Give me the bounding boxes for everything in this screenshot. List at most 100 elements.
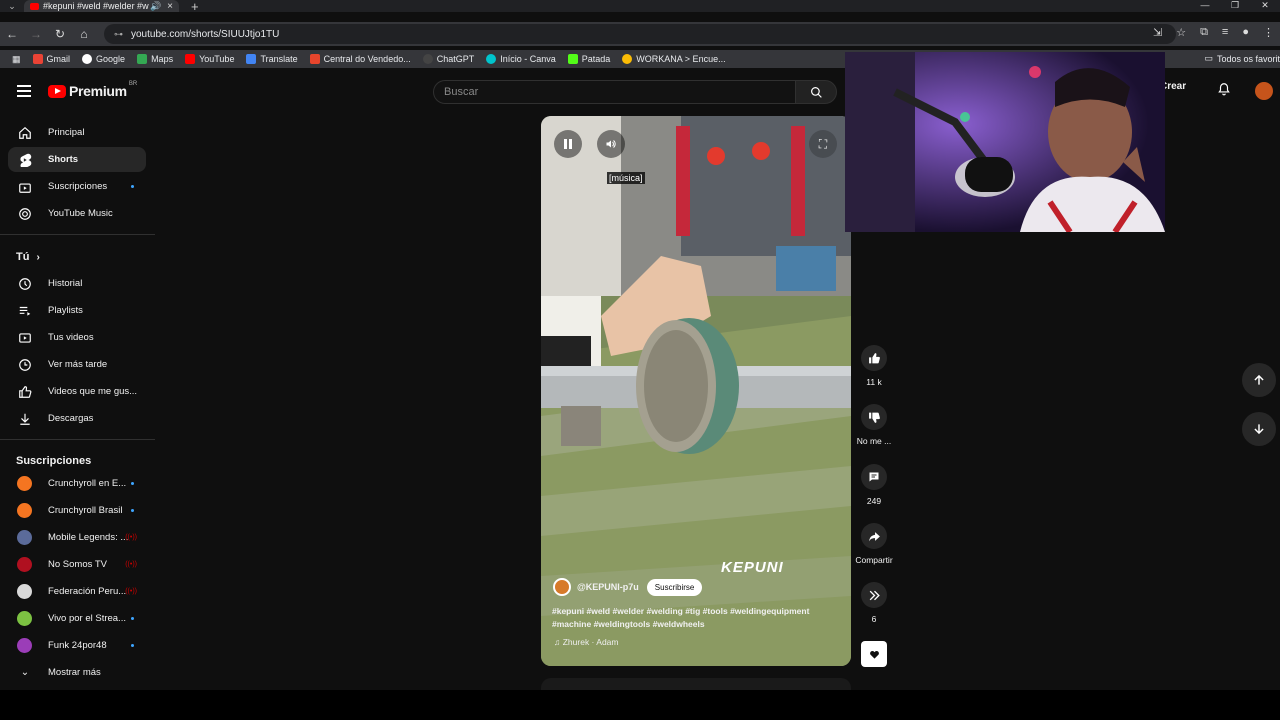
- profile-icon[interactable]: ●: [1242, 26, 1249, 39]
- bookmark-maps[interactable]: Maps: [137, 54, 173, 64]
- sidebar-item-suscripciones[interactable]: Suscripciones: [8, 174, 146, 199]
- translate-icon: [246, 54, 257, 64]
- maps-icon: [137, 54, 148, 64]
- closed-caption: [música]: [607, 172, 645, 184]
- fullscreen-button[interactable]: ⛶: [809, 130, 837, 158]
- sidebar-sub-crunchyroll-es[interactable]: Crunchyroll en E...: [8, 471, 146, 496]
- search-input[interactable]: Buscar: [433, 80, 795, 104]
- live-icon: ((•)): [125, 561, 137, 568]
- channel-handle[interactable]: @KEPUNI-p7u: [577, 582, 639, 592]
- menu-icon[interactable]: ⋮: [1263, 26, 1274, 39]
- remix-action[interactable]: 6: [853, 582, 895, 624]
- remix-count: 6: [871, 614, 877, 624]
- sidebar-sub-no-somos-tv[interactable]: No Somos TV ((•)): [8, 552, 146, 577]
- speaker-icon[interactable]: 🔊: [150, 1, 161, 12]
- show-more-button[interactable]: ⌄ Mostrar más: [8, 660, 146, 685]
- back-icon[interactable]: ←: [0, 27, 24, 41]
- canva-icon: [486, 54, 497, 64]
- bookmark-youtube[interactable]: YouTube: [185, 54, 234, 64]
- arrow-down-icon: [1254, 424, 1264, 435]
- bookmark-chatgpt[interactable]: ChatGPT: [422, 54, 474, 64]
- sidebar-item-playlists[interactable]: Playlists: [8, 298, 146, 323]
- address-bar-row: ← → ↻ ⌂ ⊶ youtube.com/shorts/SIUUJtjo1TU…: [0, 22, 1280, 46]
- sidebar-sub-federacion-peruana[interactable]: Federación Peru... ((•)): [8, 579, 146, 604]
- extensions-icon[interactable]: ⧉: [1200, 26, 1208, 39]
- volume-button[interactable]: [597, 130, 625, 158]
- short-description[interactable]: #kepuni #weld #welder #welding #tig #too…: [552, 605, 842, 631]
- song-link[interactable]: ♫ Zhurek · Adam: [554, 637, 618, 647]
- close-tab-icon[interactable]: ×: [167, 1, 173, 12]
- new-content-dot: [131, 617, 134, 620]
- subscribe-button[interactable]: Suscribirse: [646, 578, 703, 596]
- account-avatar[interactable]: [1255, 82, 1273, 100]
- search-button[interactable]: [795, 80, 837, 104]
- sidebar-item-descargas[interactable]: Descargas: [8, 406, 146, 431]
- hamburger-menu-icon[interactable]: [17, 85, 31, 97]
- sound-action[interactable]: [853, 641, 895, 667]
- media-control-icon[interactable]: ≡: [1222, 26, 1228, 39]
- shopee-icon: [309, 54, 320, 64]
- next-short-button[interactable]: [1242, 412, 1276, 446]
- browser-tab-active[interactable]: #kepuni #weld #welder #w 🔊 ×: [24, 0, 179, 12]
- forward-icon[interactable]: →: [24, 27, 48, 41]
- home-icon[interactable]: ⌂: [72, 27, 96, 41]
- minimize-icon[interactable]: —: [1190, 0, 1220, 11]
- pause-button[interactable]: [554, 130, 582, 158]
- bookmark-patada[interactable]: Patada: [567, 54, 610, 64]
- new-content-dot: [131, 185, 134, 188]
- all-bookmarks[interactable]: ▭ Todos os favorit: [1204, 53, 1280, 64]
- gmail-icon: [32, 54, 43, 64]
- restore-icon[interactable]: ❐: [1220, 0, 1250, 11]
- channel-avatar: [17, 611, 32, 626]
- bookmark-star-icon[interactable]: ☆: [1176, 26, 1186, 39]
- bookmark-gmail[interactable]: Gmail: [32, 54, 70, 64]
- sidebar-item-tus-videos[interactable]: Tus videos: [8, 325, 146, 350]
- bookmark-google[interactable]: Google: [82, 54, 125, 64]
- sidebar-sub-mobile-legends[interactable]: Mobile Legends: ... ((•)): [8, 525, 146, 550]
- bookmark-central-vendedor[interactable]: Central do Vendedo...: [309, 54, 411, 64]
- channel-avatar[interactable]: [553, 578, 571, 596]
- your-videos-icon: [18, 331, 32, 345]
- short-video-player[interactable]: ⛶ [música] KEPUNI @KEPUNI-p7u Suscribirs…: [541, 116, 851, 666]
- bookmark-translate[interactable]: Translate: [246, 54, 298, 64]
- sidebar-item-liked-videos[interactable]: Videos que me gus...: [8, 379, 146, 404]
- like-action[interactable]: 11 k: [853, 345, 895, 387]
- google-icon: [82, 54, 93, 64]
- notifications-bell-icon[interactable]: [1217, 82, 1231, 96]
- bookmark-workana[interactable]: WORKANA > Encue...: [622, 54, 726, 64]
- previous-short-button[interactable]: [1242, 363, 1276, 397]
- volume-icon: [606, 140, 616, 148]
- new-content-dot: [131, 644, 134, 647]
- url-field[interactable]: ⊶ youtube.com/shorts/SIUUJtjo1TU: [104, 24, 1176, 44]
- sidebar-sub-vivo-por-el-streaming[interactable]: Vivo por el Strea...: [8, 606, 146, 631]
- sidebar-sub-funk-24por48[interactable]: Funk 24por48: [8, 633, 146, 658]
- channel-avatar: [17, 584, 32, 599]
- folder-icon: ▭: [1204, 53, 1213, 63]
- close-window-icon[interactable]: ✕: [1250, 0, 1280, 11]
- share-action[interactable]: Compartir: [853, 523, 895, 565]
- share-label: Compartir: [855, 555, 893, 565]
- sidebar-sub-crunchyroll-brasil[interactable]: Crunchyroll Brasil: [8, 498, 146, 523]
- sidebar-item-historial[interactable]: Historial: [8, 271, 146, 296]
- tab-search-icon[interactable]: ⌄: [0, 0, 24, 12]
- site-info-icon[interactable]: ⊶: [114, 29, 123, 40]
- new-tab-button[interactable]: +: [191, 0, 199, 14]
- youtube-premium-logo[interactable]: Premium BR: [48, 81, 137, 99]
- live-icon: ((•)): [125, 588, 137, 595]
- apps-icon[interactable]: ▦: [12, 54, 21, 65]
- webcam-overlay: [845, 52, 1165, 232]
- webcam-feed: [845, 52, 1165, 232]
- bookmark-canva[interactable]: Início - Canva: [486, 54, 556, 64]
- install-icon[interactable]: ⇲: [1153, 26, 1162, 39]
- comments-action[interactable]: 249: [853, 464, 895, 506]
- sidebar-item-shorts[interactable]: Shorts: [8, 147, 146, 172]
- sidebar-item-youtube-music[interactable]: YouTube Music: [8, 201, 146, 226]
- url-text: youtube.com/shorts/SIUUJtjo1TU: [131, 28, 280, 40]
- sidebar: Principal Shorts Suscripciones YouTube M…: [0, 118, 155, 688]
- dislike-action[interactable]: No me ...: [853, 404, 895, 446]
- reload-icon[interactable]: ↻: [48, 27, 72, 41]
- you-heading[interactable]: Tú ›: [16, 251, 40, 263]
- sidebar-item-principal[interactable]: Principal: [8, 120, 146, 145]
- next-short-preview[interactable]: [541, 678, 851, 690]
- sidebar-item-ver-mas-tarde[interactable]: Ver más tarde: [8, 352, 146, 377]
